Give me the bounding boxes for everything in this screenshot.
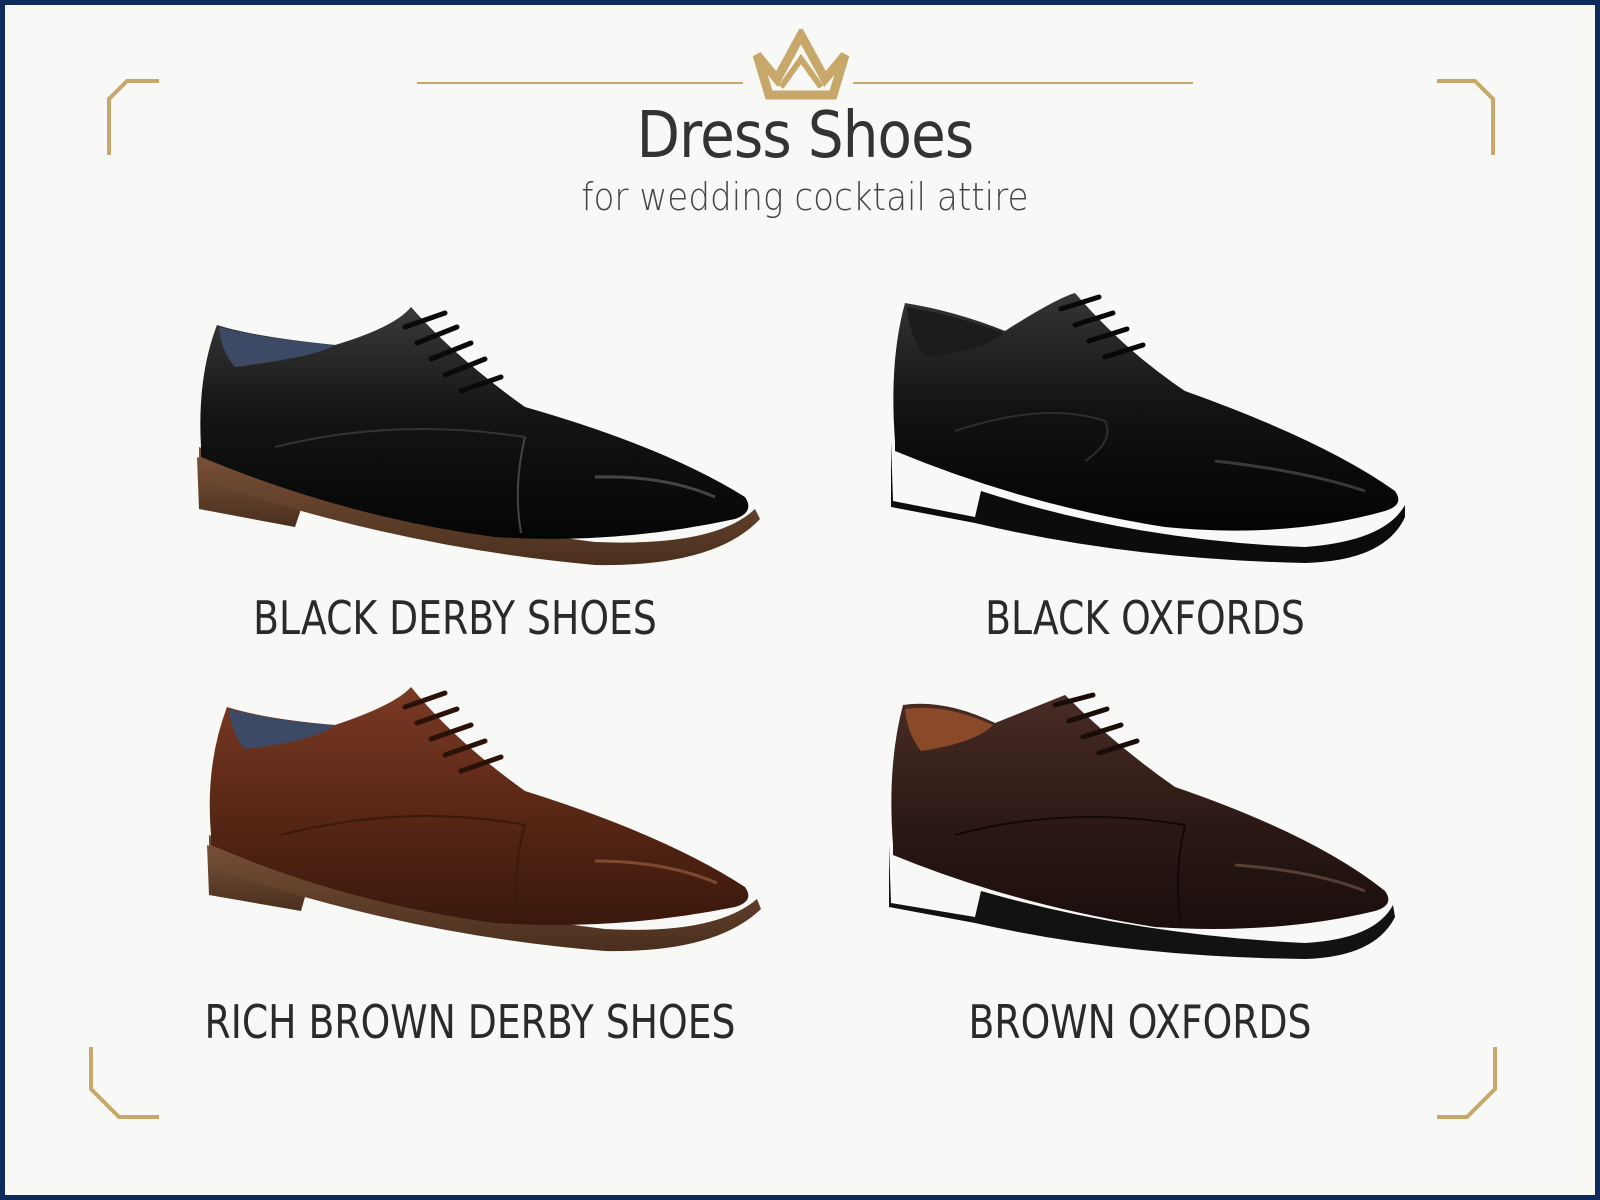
page-subtitle: for wedding cocktail attire [581, 175, 1029, 219]
shoe-label-rich-brown-derby: RICH BROWN DERBY SHOES [204, 995, 736, 1049]
brown-cap-toe-shoe-image [205, 685, 775, 975]
black-plain-toe-shoe-image [885, 291, 1425, 581]
crown-icon [747, 29, 855, 101]
header-rule-left [417, 82, 743, 84]
page-title: Dress Shoes [636, 99, 975, 173]
dark-brown-cap-toe-shoe-image [885, 692, 1425, 985]
shoe-label-black-oxfords: BLACK OXFORDS [985, 591, 1305, 645]
black-cap-toe-shoe-image [195, 297, 775, 587]
corner-ornament-bottom-left [87, 1043, 177, 1133]
corner-ornament-bottom-right [1433, 1043, 1523, 1133]
header-rule-right [853, 82, 1193, 84]
shoe-label-black-derby: BLACK DERBY SHOES [253, 591, 657, 645]
shoe-label-brown-oxfords: BROWN OXFORDS [968, 995, 1312, 1049]
card-frame: Dress Shoes for wedding cocktail attire [0, 0, 1600, 1200]
